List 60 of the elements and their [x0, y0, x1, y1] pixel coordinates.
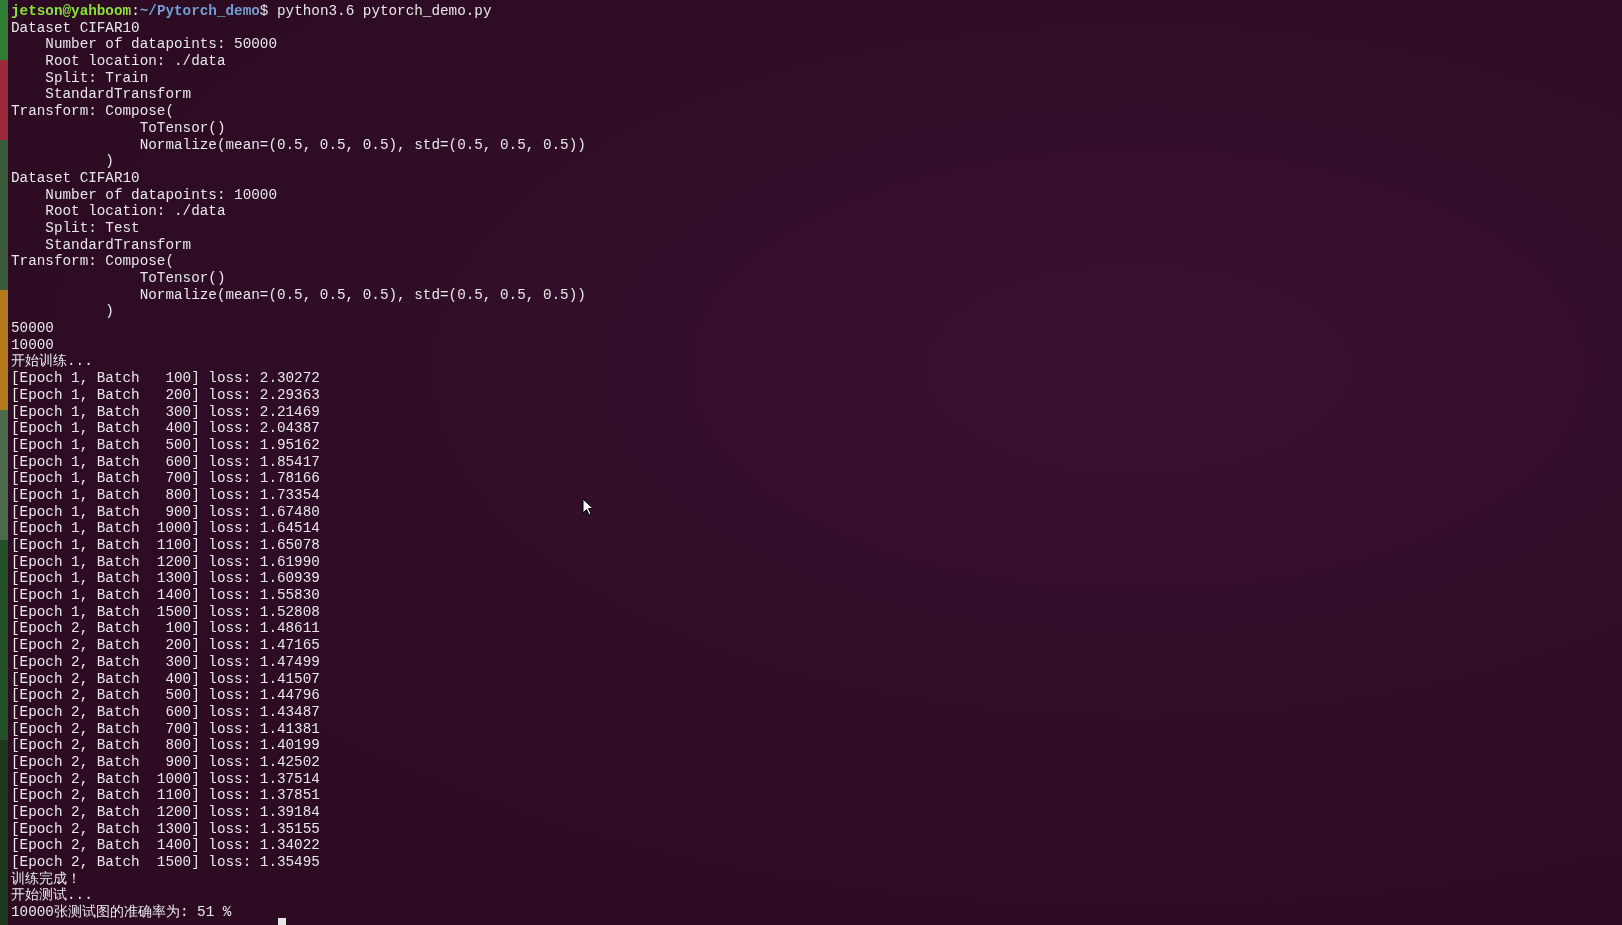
output-line: 训练完成！	[11, 870, 81, 887]
output-line: [Epoch 1, Batch 200] loss: 2.29363	[11, 386, 320, 403]
output-line: [Epoch 1, Batch 1400] loss: 1.55830	[11, 587, 320, 604]
output-line: [Epoch 1, Batch 1000] loss: 1.64514	[11, 520, 320, 537]
output-line: )	[104, 153, 114, 170]
output-line: Dataset CIFAR10	[11, 19, 140, 36]
output-line: [Epoch 1, Batch 600] loss: 1.85417	[11, 453, 320, 470]
mouse-pointer-icon	[582, 498, 594, 516]
cursor-icon	[278, 918, 286, 925]
output-line: Normalize(mean=(0.5, 0.5, 0.5), std=(0.5, 0.5, 0.5))	[138, 136, 586, 153]
output-line: [Epoch 1, Batch 1100] loss: 1.65078	[11, 537, 320, 553]
output-line: 10000张测试图的准确率为: 51 %	[11, 904, 232, 921]
output-line: [Epoch 2, Batch 1300] loss: 1.35155	[11, 820, 320, 837]
output-line: [Epoch 2, Batch 1000] loss: 1.37514	[11, 770, 320, 787]
output-line: 50000	[11, 320, 54, 337]
output-line: [Epoch 1, Batch 700] loss: 1.78166	[11, 470, 320, 487]
output-line: [Epoch 2, Batch 1500] loss: 1.35495	[11, 854, 320, 871]
output-line: 10000	[11, 336, 54, 353]
output-line: [Epoch 1, Batch 800] loss: 1.73354	[11, 486, 320, 503]
output-line: [Epoch 2, Batch 100] loss: 1.48611	[11, 620, 320, 637]
output-line: [Epoch 1, Batch 1500] loss: 1.52808	[11, 603, 320, 620]
output-line: [Epoch 1, Batch 100] loss: 2.30272	[11, 370, 320, 387]
output-line: 开始训练...	[11, 353, 93, 370]
prompt-separator: :	[131, 3, 140, 20]
output-line: [Epoch 2, Batch 400] loss: 1.41507	[11, 670, 320, 687]
output-line: Transform: Compose(	[11, 253, 174, 270]
output-line: [Epoch 1, Batch 1300] loss: 1.60939	[11, 570, 320, 587]
prompt-path: ~/Pytorch_demo	[139, 3, 260, 20]
command-text: $ python3.6 pytorch_demo.py	[259, 3, 492, 20]
output-line: StandardTransform	[44, 86, 192, 103]
output-line: StandardTransform	[44, 236, 192, 253]
output-line: Split: Train	[44, 69, 149, 86]
output-line: Root location: ./data	[44, 53, 226, 70]
output-line: Normalize(mean=(0.5, 0.5, 0.5), std=(0.5, 0.5, 0.5))	[138, 286, 586, 303]
output-line: Transform: Compose(	[11, 103, 174, 120]
output-line: Split: Test	[44, 219, 140, 236]
output-line: Root location: ./data	[44, 203, 226, 220]
output-line: [Epoch 1, Batch 400] loss: 2.04387	[11, 420, 320, 437]
output-line: [Epoch 2, Batch 700] loss: 1.41381	[11, 720, 320, 737]
output-line: [Epoch 2, Batch 600] loss: 1.43487	[11, 703, 320, 720]
output-line: [Epoch 2, Batch 300] loss: 1.47499	[11, 653, 320, 670]
output-line: ToTensor()	[138, 119, 226, 136]
output-line: [Epoch 2, Batch 800] loss: 1.40199	[11, 737, 320, 754]
output-line: [Epoch 2, Batch 1400] loss: 1.34022	[11, 837, 320, 854]
output-line: Number of datapoints: 10000	[44, 186, 277, 203]
output-line: [Epoch 2, Batch 1100] loss: 1.37851	[11, 787, 320, 804]
output-line: [Epoch 2, Batch 200] loss: 1.47165	[11, 637, 320, 654]
prompt-user: jetson@yahboom	[11, 3, 132, 20]
output-line: 开始测试...	[11, 887, 93, 904]
output-line: [Epoch 1, Batch 1200] loss: 1.61990	[11, 553, 320, 570]
output-line: [Epoch 1, Batch 500] loss: 1.95162	[11, 436, 320, 453]
output-line: [Epoch 1, Batch 900] loss: 1.67480	[11, 503, 320, 520]
output-line: [Epoch 2, Batch 500] loss: 1.44796	[11, 687, 320, 704]
output-line: ToTensor()	[138, 270, 226, 286]
output-line: Dataset CIFAR10	[11, 169, 140, 186]
output-line: [Epoch 1, Batch 300] loss: 2.21469	[11, 403, 320, 420]
output-line: )	[104, 303, 114, 320]
output-line: [Epoch 2, Batch 900] loss: 1.42502	[11, 753, 320, 770]
output-line: [Epoch 2, Batch 1200] loss: 1.39184	[11, 804, 320, 820]
output-line: Number of datapoints: 50000	[44, 36, 277, 53]
